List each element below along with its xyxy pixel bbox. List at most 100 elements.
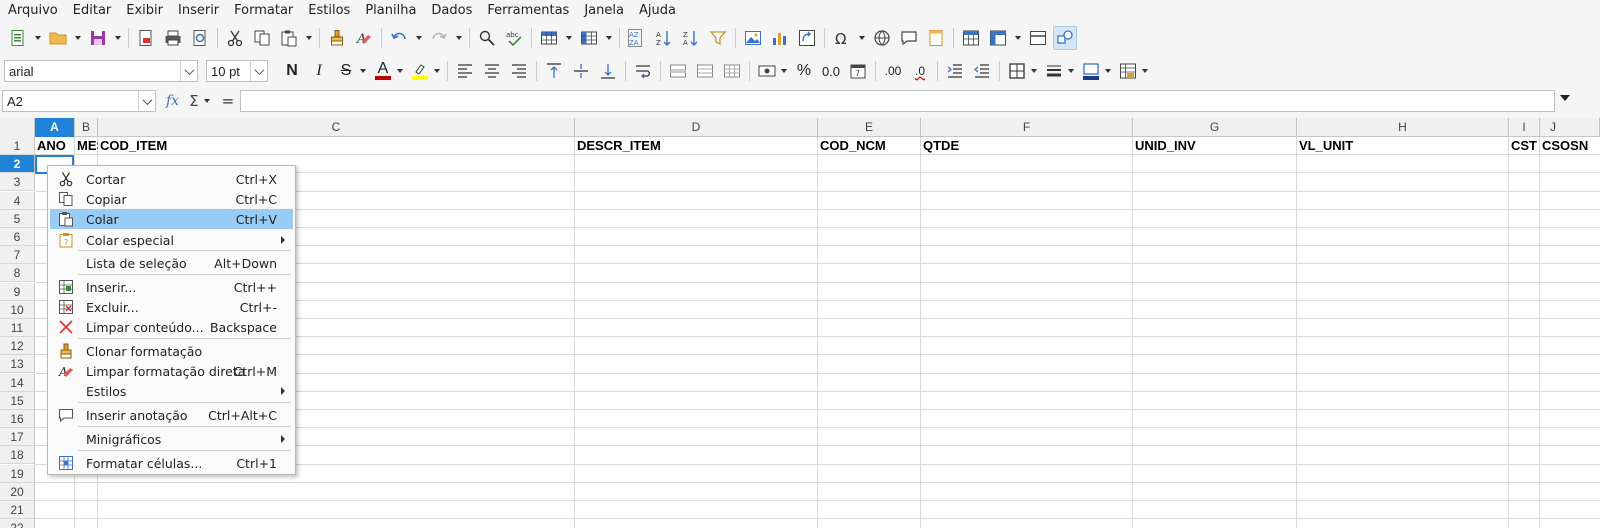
font-name-combo[interactable]: arial	[4, 60, 198, 82]
add-decimal-button[interactable]: .00	[881, 59, 905, 83]
bold-button[interactable]: N	[280, 59, 304, 83]
save-disk-icon[interactable]	[86, 26, 110, 50]
context-menu-item-minigraficos[interactable]: Minigráficos	[50, 429, 293, 449]
font-size-combo[interactable]: 10 pt	[206, 60, 268, 82]
align-left-icon[interactable]	[453, 59, 477, 83]
cell-a1[interactable]: ANO	[35, 137, 75, 155]
row-header-3[interactable]: 3	[0, 173, 35, 192]
currency-format-icon[interactable]	[755, 59, 779, 83]
column-dropdown-arrow[interactable]	[604, 26, 613, 50]
chevron-down-icon[interactable]	[250, 61, 267, 81]
cell-d1[interactable]: DESCR_ITEM	[575, 137, 818, 155]
border-style-dropdown-arrow[interactable]	[1066, 59, 1075, 83]
italic-button[interactable]: I	[307, 59, 331, 83]
context-menu-item-inserir[interactable]: Inserir... Ctrl++	[50, 277, 293, 297]
menu-ferramentas[interactable]: Ferramentas	[483, 1, 573, 21]
currency-dropdown-arrow[interactable]	[779, 59, 788, 83]
chevron-down-icon[interactable]	[138, 91, 155, 111]
row-header-18[interactable]: 18	[0, 446, 35, 465]
context-menu-item-copiar[interactable]: Copiar Ctrl+C	[50, 189, 293, 209]
menu-dados[interactable]: Dados	[427, 1, 476, 21]
center-vertically-icon[interactable]	[569, 59, 593, 83]
clear-formatting-icon[interactable]: A	[352, 26, 376, 50]
menu-ajuda[interactable]: Ajuda	[635, 1, 680, 21]
row-header-19[interactable]: 19	[0, 464, 35, 483]
define-print-area-icon[interactable]	[959, 26, 983, 50]
highlight-dropdown-arrow[interactable]	[432, 59, 441, 83]
cell-g1[interactable]: UNID_INV	[1133, 137, 1297, 155]
row-header-14[interactable]: 14	[0, 373, 35, 392]
row-dropdown-arrow[interactable]	[564, 26, 573, 50]
percent-format-button[interactable]: %	[792, 59, 816, 83]
paste-icon[interactable]	[277, 26, 301, 50]
special-character-icon[interactable]: Ω	[830, 26, 854, 50]
column-header-c[interactable]: C	[98, 118, 575, 137]
highlight-color-icon[interactable]	[408, 59, 432, 83]
row-header-6[interactable]: 6	[0, 228, 35, 246]
context-menu-item-lista-de-selecao[interactable]: Lista de seleção Alt+Down	[50, 253, 293, 273]
open-folder-icon[interactable]	[46, 26, 70, 50]
font-color-button[interactable]: A	[371, 59, 395, 83]
cell-f1[interactable]: QTDE	[921, 137, 1133, 155]
cell-j1[interactable]: CSOSN	[1540, 137, 1600, 155]
copy-icon[interactable]	[250, 26, 274, 50]
menu-arquivo[interactable]: Arquivo	[4, 1, 62, 21]
column-header-g[interactable]: G	[1133, 118, 1297, 137]
row-header-4[interactable]: 4	[0, 191, 35, 210]
merge-center-icon[interactable]	[666, 59, 690, 83]
context-menu-item-limpar-conteudo[interactable]: Limpar conteúdo... Backspace	[50, 317, 293, 337]
menu-janela[interactable]: Janela	[580, 1, 628, 21]
number-format-button[interactable]: 0.0	[819, 59, 843, 83]
row-header-15[interactable]: 15	[0, 391, 35, 410]
row-header-12[interactable]: 12	[0, 337, 35, 356]
row-header-17[interactable]: 17	[0, 428, 35, 447]
new-document-icon[interactable]	[6, 26, 30, 50]
name-box[interactable]: A2	[2, 90, 156, 112]
row-header-2[interactable]: 2	[0, 155, 35, 174]
spellcheck-icon[interactable]: abc	[502, 26, 526, 50]
special-character-dropdown-arrow[interactable]	[857, 26, 866, 50]
align-top-icon[interactable]	[542, 59, 566, 83]
function-wizard-button[interactable]: fx	[166, 93, 179, 109]
menu-exibir[interactable]: Exibir	[122, 1, 167, 21]
headers-footers-icon[interactable]	[924, 26, 948, 50]
export-pdf-icon[interactable]	[134, 26, 158, 50]
row-header-1[interactable]: 1	[0, 137, 35, 155]
row-header-11[interactable]: 11	[0, 319, 35, 337]
cut-scissors-icon[interactable]	[223, 26, 247, 50]
menu-estilos[interactable]: Estilos	[304, 1, 354, 21]
context-menu-item-colar[interactable]: Colar Ctrl+V	[50, 209, 293, 229]
wrap-text-icon[interactable]	[631, 59, 655, 83]
strikethrough-dropdown-arrow[interactable]	[358, 59, 367, 83]
save-dropdown-arrow[interactable]	[113, 26, 122, 50]
merge-cells-icon[interactable]	[693, 59, 717, 83]
sort-descending-icon[interactable]: ZA	[679, 26, 703, 50]
column-header-j[interactable]: J	[1540, 118, 1600, 137]
border-style-icon[interactable]	[1042, 59, 1066, 83]
row-header-21[interactable]: 21	[0, 501, 35, 519]
comment-icon[interactable]	[897, 26, 921, 50]
context-menu-item-clonar-formatacao[interactable]: Clonar formatação	[50, 341, 293, 361]
undo-icon[interactable]	[387, 26, 411, 50]
clone-formatting-icon[interactable]	[325, 26, 349, 50]
row-icon[interactable]	[537, 26, 561, 50]
redo-icon[interactable]	[427, 26, 451, 50]
column-header-h[interactable]: H	[1297, 118, 1509, 137]
chevron-down-icon[interactable]	[180, 61, 197, 81]
context-menu-item-limpar-formatacao-direta[interactable]: A Limpar formatação direta Ctrl+M	[50, 361, 293, 381]
row-header-10[interactable]: 10	[0, 300, 35, 319]
context-menu-item-colar-especial[interactable]: ? Colar especial	[50, 230, 293, 250]
cell-i1[interactable]: CST	[1509, 137, 1540, 155]
row-header-9[interactable]: 9	[0, 282, 35, 301]
sort-icon[interactable]: AZ ZA	[625, 26, 649, 50]
select-all-corner[interactable]	[0, 118, 35, 137]
strikethrough-button[interactable]: S	[334, 59, 358, 83]
row-header-16[interactable]: 16	[0, 410, 35, 428]
cell-b1[interactable]: MES	[75, 137, 98, 155]
menu-planilha[interactable]: Planilha	[361, 1, 420, 21]
align-right-icon[interactable]	[507, 59, 531, 83]
border-color-dropdown-arrow[interactable]	[1103, 59, 1112, 83]
row-header-20[interactable]: 20	[0, 482, 35, 501]
freeze-dropdown-arrow[interactable]	[1013, 26, 1022, 50]
print-preview-icon[interactable]	[188, 26, 212, 50]
